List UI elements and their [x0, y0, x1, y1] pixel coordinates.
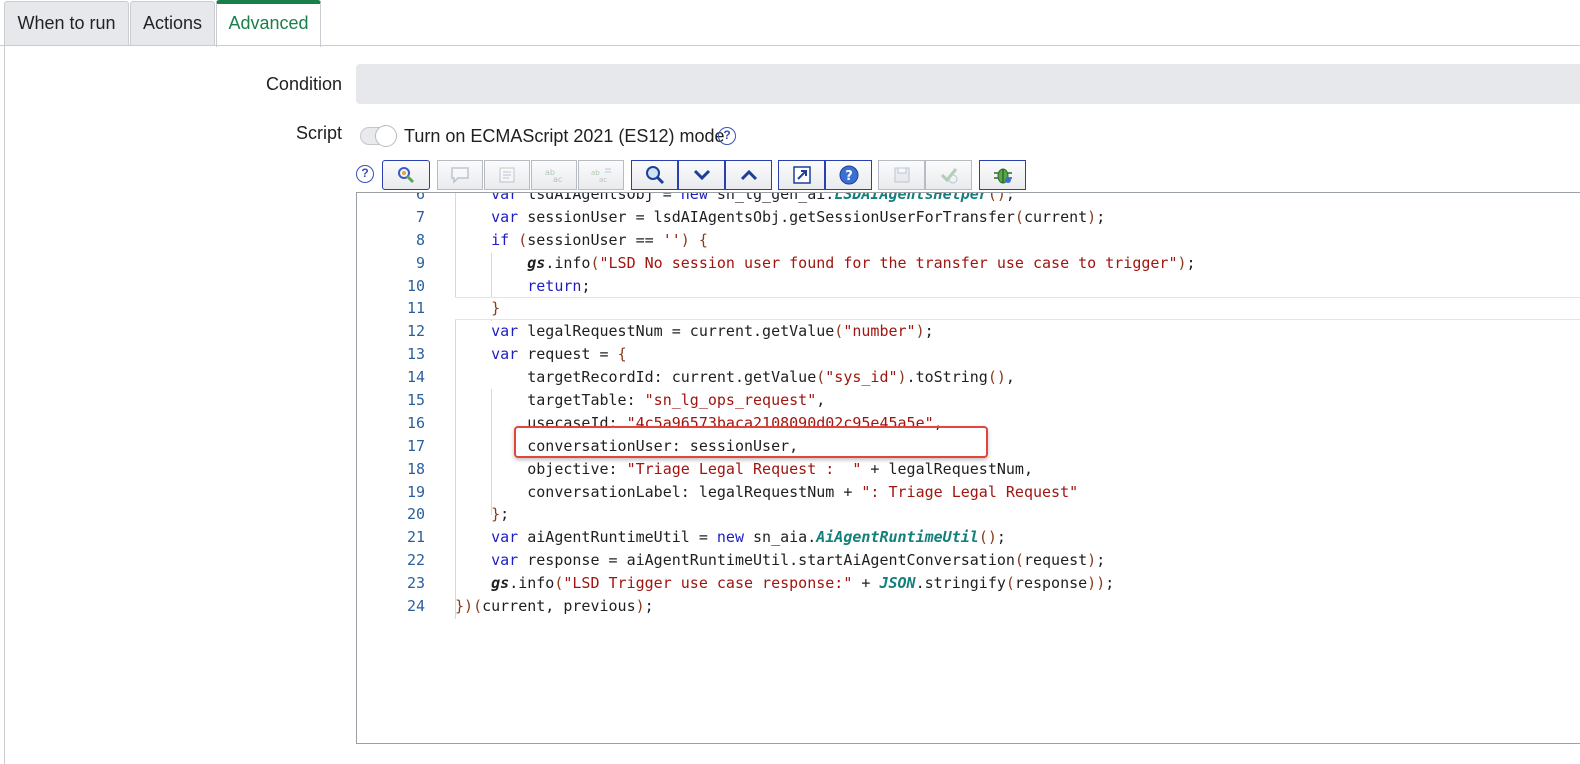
code-text[interactable]: targetRecordId: current.getValue("sys_id…: [455, 366, 1015, 389]
code-text[interactable]: var request = {: [455, 343, 626, 366]
help-icon[interactable]: ?: [825, 160, 872, 190]
debug-icon[interactable]: [979, 160, 1026, 190]
line-number: 6: [415, 192, 425, 203]
line-number: 12: [406, 322, 425, 341]
comment-icon[interactable]: [437, 160, 483, 190]
svg-text:ac: ac: [599, 176, 607, 184]
line-number: 16: [406, 413, 425, 432]
line-number: 8: [415, 230, 425, 249]
line-number: 17: [406, 436, 425, 455]
line-number: 7: [415, 207, 425, 226]
code-line[interactable]: 20 };: [357, 503, 1580, 526]
fullscreen-icon[interactable]: [778, 160, 825, 190]
svg-text:ac: ac: [553, 175, 562, 184]
code-line[interactable]: 10 return;: [357, 275, 1580, 298]
code-line[interactable]: 11 }: [357, 297, 1580, 321]
line-number: 22: [406, 551, 425, 570]
code-line[interactable]: 12 var legalRequestNum = current.getValu…: [357, 320, 1580, 343]
line-number: 15: [406, 391, 425, 410]
highlight-box: [514, 426, 988, 458]
code-line[interactable]: 22 var response = aiAgentRuntimeUtil.sta…: [357, 549, 1580, 572]
line-number: 9: [415, 253, 425, 272]
editor-help-icon[interactable]: ?: [356, 165, 374, 183]
syntax-check-icon[interactable]: [925, 160, 972, 190]
code-text[interactable]: var lsdAIAgentsObj = new sn_lg_gen_ai.LS…: [455, 193, 1015, 206]
line-number: 24: [406, 597, 425, 616]
line-number: 21: [406, 528, 425, 547]
code-line[interactable]: 9 gs.info("LSD No session user found for…: [357, 252, 1580, 275]
panel-border: [4, 45, 5, 764]
code-text[interactable]: var sessionUser = lsdAIAgentsObj.getSess…: [455, 206, 1105, 229]
line-number: 10: [406, 276, 425, 295]
code-text[interactable]: gs.info("LSD Trigger use case response:"…: [455, 572, 1114, 595]
code-line[interactable]: 6 var lsdAIAgentsObj = new sn_lg_gen_ai.…: [357, 192, 1580, 206]
line-number: 11: [406, 299, 425, 318]
line-number: 19: [406, 482, 425, 501]
code-line[interactable]: 21 var aiAgentRuntimeUtil = new sn_aia.A…: [357, 526, 1580, 549]
es12-toggle-knob[interactable]: [375, 125, 397, 147]
code-text[interactable]: var legalRequestNum = current.getValue("…: [455, 320, 934, 343]
save-icon[interactable]: [878, 160, 925, 190]
code-text[interactable]: var aiAgentRuntimeUtil = new sn_aia.AiAg…: [455, 526, 1006, 549]
format-icon[interactable]: [484, 160, 530, 190]
code-text[interactable]: gs.info("LSD No session user found for t…: [455, 252, 1195, 275]
code-line[interactable]: 7 var sessionUser = lsdAIAgentsObj.getSe…: [357, 206, 1580, 229]
code-text[interactable]: var response = aiAgentRuntimeUtil.startA…: [455, 549, 1105, 572]
condition-label: Condition: [265, 74, 342, 94]
tab-divider: [0, 45, 1580, 46]
search-icon[interactable]: [631, 160, 678, 190]
code-line[interactable]: 14 targetRecordId: current.getValue("sys…: [357, 366, 1580, 389]
code-line[interactable]: 15 targetTable: "sn_lg_ops_request",: [357, 389, 1580, 412]
code-text[interactable]: }: [455, 297, 500, 320]
code-line[interactable]: 18 objective: "Triage Legal Request : " …: [357, 458, 1580, 481]
line-number: 23: [406, 574, 425, 593]
line-number: 13: [406, 345, 425, 364]
code-text[interactable]: if (sessionUser == '') {: [455, 229, 708, 252]
code-text[interactable]: targetTable: "sn_lg_ops_request",: [455, 389, 825, 412]
code-line[interactable]: 8 if (sessionUser == '') {: [357, 229, 1580, 252]
code-line[interactable]: 13 var request = {: [357, 343, 1580, 366]
tab-advanced[interactable]: Advanced: [216, 0, 321, 47]
code-text[interactable]: conversationLabel: legalRequestNum + ": …: [455, 481, 1078, 504]
tab-actions[interactable]: Actions: [130, 1, 215, 45]
line-number: 18: [406, 459, 425, 478]
replace-icon[interactable]: ab ac: [531, 160, 577, 190]
code-text[interactable]: return;: [455, 275, 590, 298]
code-text[interactable]: })(current, previous);: [455, 595, 654, 618]
es12-toggle-label: Turn on ECMAScript 2021 (ES12) mode: [404, 126, 725, 146]
tab-bar: When to run Actions Advanced: [0, 0, 1580, 47]
code-line[interactable]: 23 gs.info("LSD Trigger use case respons…: [357, 572, 1580, 595]
line-number: 14: [406, 368, 425, 387]
es12-help-icon[interactable]: ?: [718, 127, 736, 145]
search-next-icon[interactable]: [678, 160, 725, 190]
script-label: Script: [295, 123, 342, 143]
code-text[interactable]: objective: "Triage Legal Request : " + l…: [455, 458, 1033, 481]
script-editor[interactable]: 6 var lsdAIAgentsObj = new sn_lg_gen_ai.…: [356, 192, 1580, 744]
script-include-icon[interactable]: [382, 160, 430, 190]
code-line[interactable]: 19 conversationLabel: legalRequestNum + …: [357, 481, 1580, 504]
svg-text:?: ?: [845, 169, 853, 184]
code-area[interactable]: 6 var lsdAIAgentsObj = new sn_lg_gen_ai.…: [357, 192, 1580, 618]
code-line[interactable]: 24 })(current, previous);: [357, 595, 1580, 618]
condition-field[interactable]: [356, 64, 1580, 104]
replace-all-icon[interactable]: ab ac: [578, 160, 624, 190]
line-number: 20: [406, 505, 425, 524]
search-prev-icon[interactable]: [725, 160, 772, 190]
tab-when-to-run[interactable]: When to run: [4, 1, 129, 45]
code-text[interactable]: };: [455, 503, 509, 526]
